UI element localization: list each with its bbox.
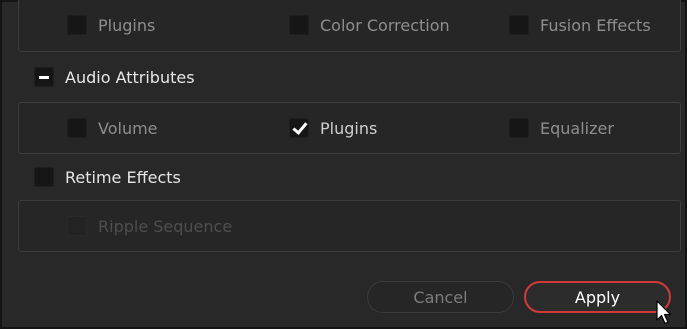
plugins-audio-option[interactable]: Plugins: [289, 108, 377, 148]
fusion-effects-label: Fusion Effects: [540, 15, 651, 35]
mouse-pointer-icon: [656, 300, 672, 325]
plugins-video-checkbox[interactable]: [67, 15, 87, 35]
cancel-button-label: Cancel: [413, 287, 468, 307]
plugins-audio-label: Plugins: [320, 118, 378, 138]
retime-effects-option[interactable]: Retime Effects: [34, 157, 181, 197]
video-attributes-group: Plugins Color Correction Fusion Effects: [18, 0, 681, 52]
ripple-sequence-checkbox: [67, 216, 87, 236]
ripple-sequence-label: Ripple Sequence: [98, 216, 233, 236]
equalizer-checkbox[interactable]: [509, 118, 529, 138]
plugins-video-option[interactable]: Plugins: [67, 5, 155, 45]
retime-effects-label: Retime Effects: [65, 167, 181, 187]
equalizer-label: Equalizer: [540, 118, 614, 138]
cancel-button[interactable]: Cancel: [367, 281, 514, 313]
volume-label: Volume: [98, 118, 158, 138]
audio-attributes-label: Audio Attributes: [65, 67, 195, 87]
color-correction-label: Color Correction: [320, 15, 450, 35]
apply-button[interactable]: Apply: [524, 281, 671, 313]
volume-option[interactable]: Volume: [67, 108, 158, 148]
fusion-effects-option[interactable]: Fusion Effects: [509, 5, 651, 45]
equalizer-option[interactable]: Equalizer: [509, 108, 614, 148]
retime-effects-group: Ripple Sequence: [18, 200, 681, 252]
color-correction-option[interactable]: Color Correction: [289, 5, 450, 45]
audio-attributes-group: Volume Plugins Equalizer: [18, 102, 681, 154]
volume-checkbox[interactable]: [67, 118, 87, 138]
audio-attributes-checkbox[interactable]: [34, 67, 54, 87]
ripple-sequence-option: Ripple Sequence: [67, 206, 232, 246]
plugins-audio-checkbox[interactable]: [289, 118, 309, 138]
fusion-effects-checkbox[interactable]: [509, 15, 529, 35]
plugins-video-label: Plugins: [98, 15, 156, 35]
audio-attributes-option[interactable]: Audio Attributes: [34, 57, 195, 97]
apply-button-label: Apply: [574, 287, 621, 307]
retime-effects-checkbox[interactable]: [34, 167, 54, 187]
color-correction-checkbox[interactable]: [289, 15, 309, 35]
